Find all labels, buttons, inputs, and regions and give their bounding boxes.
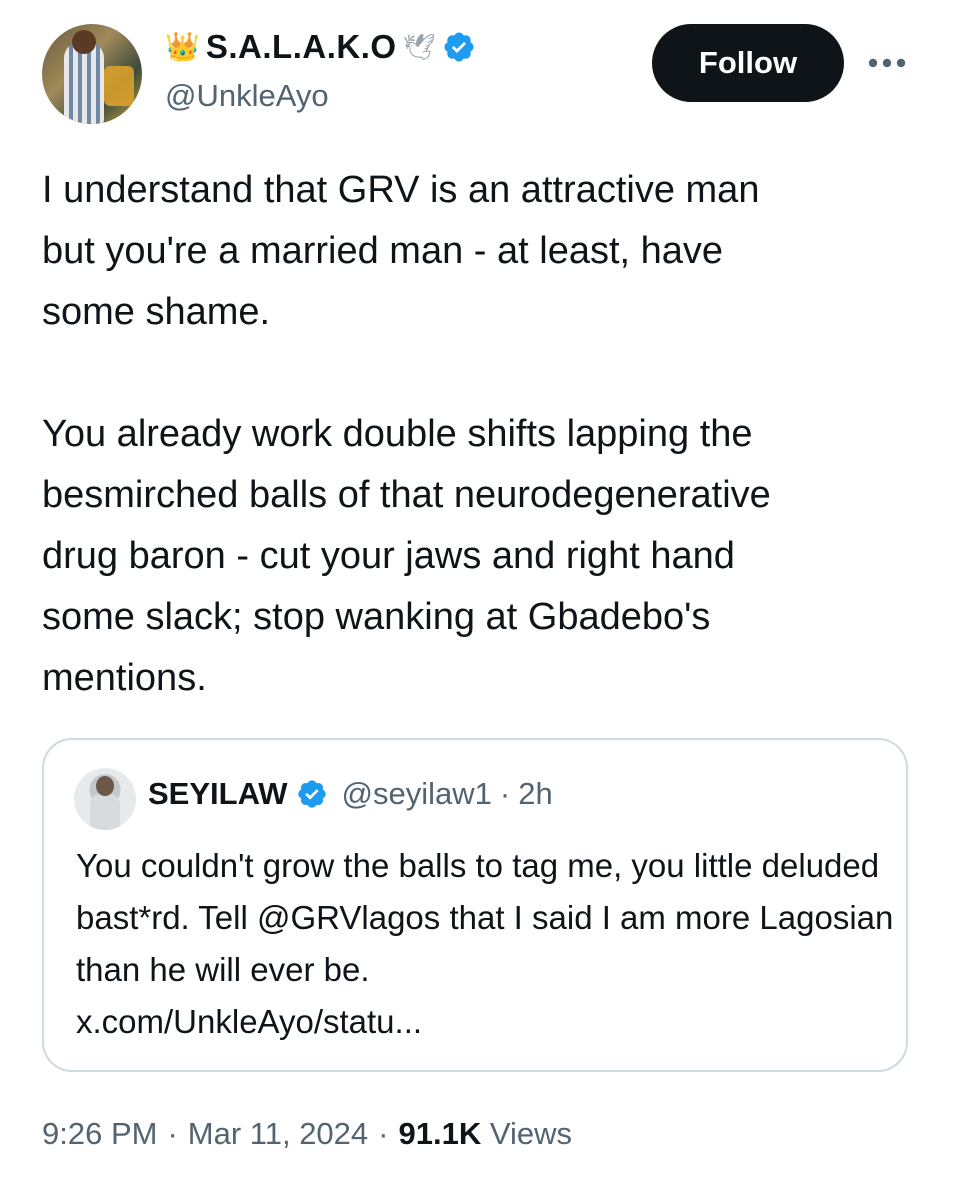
- author-avatar[interactable]: [42, 24, 142, 124]
- quoted-separator: ·: [499, 776, 511, 811]
- tweet-text: I understand that GRV is an attractive m…: [42, 169, 771, 699]
- meta-separator: ·: [167, 1116, 178, 1151]
- crown-emoji-icon: 👑: [165, 31, 200, 62]
- author-display-name[interactable]: S.A.L.A.K.O: [206, 28, 397, 66]
- verified-badge-icon: [297, 780, 326, 808]
- author-handle[interactable]: @UnkleAyo: [165, 78, 329, 114]
- views-count: 91.1K: [398, 1116, 482, 1151]
- tweet-time[interactable]: 9:26 PM: [42, 1116, 157, 1152]
- dove-emoji-icon: 🕊: [402, 32, 436, 62]
- quoted-tweet-text: You couldn't grow the balls to tag me, y…: [76, 840, 896, 1048]
- quoted-link[interactable]: x.com/UnkleAyo/statu...: [76, 1003, 422, 1040]
- quoted-text-body: You couldn't grow the balls to tag me, y…: [76, 847, 894, 988]
- tweet-meta: 9:26 PM · Mar 11, 2024 · 91.1K Views: [42, 1116, 572, 1152]
- quoted-timestamp: 2h: [518, 776, 553, 811]
- views-group[interactable]: 91.1K Views: [398, 1116, 572, 1152]
- more-options-button[interactable]: [862, 38, 912, 88]
- quoted-header: SEYILAW @seyilaw1 · 2h: [148, 776, 553, 812]
- author-name-row[interactable]: 👑 S.A.L.A.K.O 🕊: [165, 28, 476, 66]
- follow-button[interactable]: Follow: [652, 24, 844, 102]
- views-label: Views: [489, 1116, 572, 1151]
- quoted-author-avatar: [74, 768, 136, 830]
- quoted-author-name: SEYILAW: [148, 776, 288, 811]
- meta-separator: ·: [378, 1116, 389, 1151]
- verified-badge-icon: [444, 32, 474, 62]
- tweet-date[interactable]: Mar 11, 2024: [188, 1116, 368, 1152]
- quoted-author-handle: @seyilaw1: [341, 776, 492, 811]
- quoted-tweet-card[interactable]: SEYILAW @seyilaw1 · 2h You couldn't grow…: [42, 738, 908, 1072]
- more-dots-icon: [868, 58, 906, 68]
